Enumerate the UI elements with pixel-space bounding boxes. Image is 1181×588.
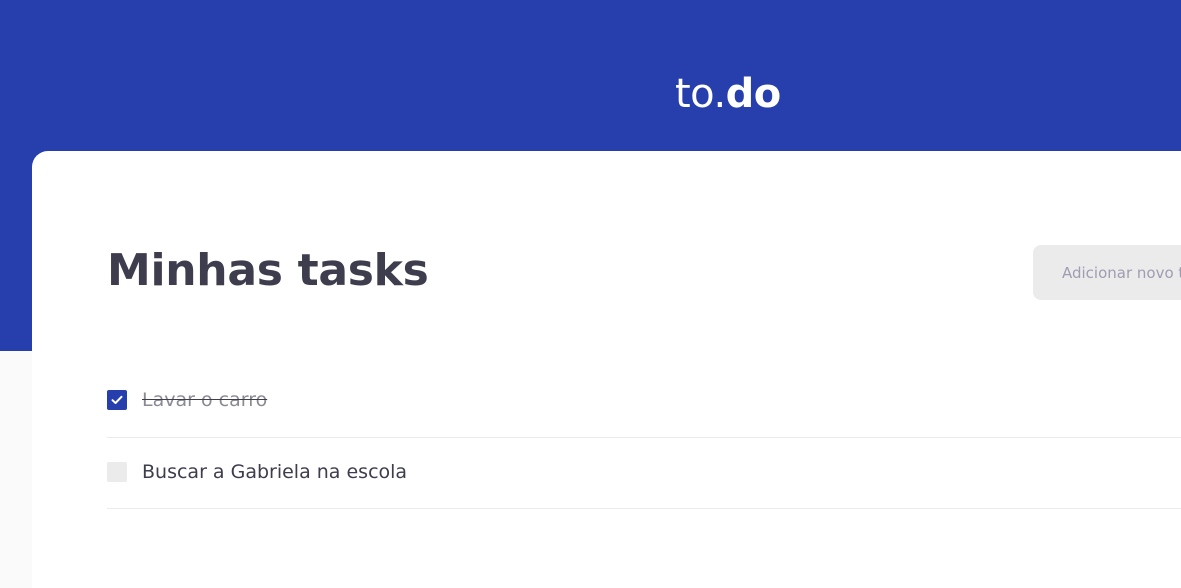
task-title: Buscar a Gabriela na escola: [142, 461, 408, 483]
new-task-input[interactable]: [1033, 245, 1181, 300]
logo-text-light: to.: [675, 71, 726, 117]
task-checkbox-unchecked[interactable]: [107, 462, 127, 482]
add-task-form: [1033, 245, 1181, 300]
task-list-card: Minhas tasks Lavar o carro Buscar a Gabr…: [32, 151, 1181, 588]
app-page: to.do Minhas tasks Lavar o carro Buscar …: [0, 0, 1181, 588]
logo-text-bold: do: [725, 71, 782, 117]
task-checkbox-checked[interactable]: [107, 390, 127, 410]
app-logo: to.do: [675, 68, 781, 120]
task-list: Lavar o carro Buscar a Gabriela na escol…: [107, 367, 1181, 509]
task-item-lavar-o-carro: Lavar o carro: [107, 367, 1181, 438]
check-icon: [111, 395, 123, 404]
task-title: Lavar o carro: [142, 389, 268, 411]
page-title: Minhas tasks: [107, 245, 429, 296]
task-item-buscar-a-gabriela: Buscar a Gabriela na escola: [107, 438, 1181, 509]
